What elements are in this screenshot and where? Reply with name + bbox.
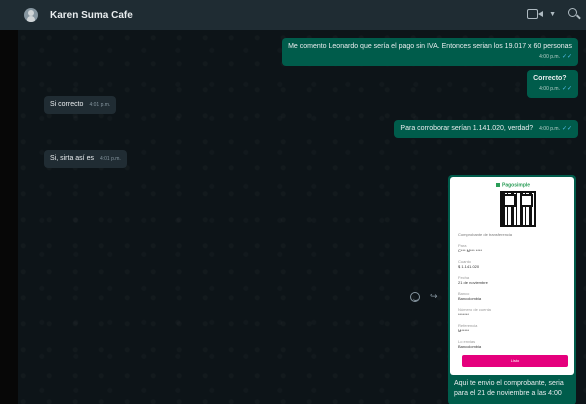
receipt-brand: Pagosimple xyxy=(496,183,530,188)
image-message[interactable]: Pagosimple Comprobante de transferencia … xyxy=(448,175,576,404)
emoji-icon[interactable] xyxy=(410,291,420,302)
row-value: M***** xyxy=(458,328,470,333)
video-call-icon[interactable] xyxy=(527,7,545,21)
brand-name: Pagosimple xyxy=(502,182,531,189)
receipt-note: Comprobante de transferencia xyxy=(458,232,513,237)
message-text: Correcto? xyxy=(533,75,567,82)
receipt-row: Referencia M***** xyxy=(458,323,568,333)
avatar-icon[interactable] xyxy=(24,8,38,22)
chevron-down-icon[interactable]: ▼ xyxy=(549,11,556,18)
message-time: 4:00 p.m. xyxy=(539,126,560,132)
read-check-icon: ✓✓ xyxy=(561,54,572,60)
message-text: Si correcto xyxy=(50,101,84,108)
receipt-row: Cuanto $ 1.141.020 xyxy=(458,259,568,269)
row-value: 21 de noviembre xyxy=(458,280,488,285)
receipt-image[interactable]: Pagosimple Comprobante de transferencia … xyxy=(450,177,574,375)
receipt-row: Banco Bancolombia xyxy=(458,291,568,301)
message-incoming[interactable]: Si, sirta así es 4:01 p.m. xyxy=(44,150,127,168)
row-value: $ 1.141.020 xyxy=(458,264,480,269)
receipt-row: Número de cuenta ******* xyxy=(458,307,568,317)
contact-name[interactable]: Karen Suma Cafe xyxy=(50,10,133,21)
message-text: Me comento Leonardo que sería el pago si… xyxy=(288,43,572,50)
row-value: Bancolombia xyxy=(458,296,482,301)
message-text: Para corroborar serían 1.141.020, verdad… xyxy=(400,125,534,132)
message-time: 4:01 p.m. xyxy=(99,156,121,162)
receipt-row: Para C*** M*** **** xyxy=(458,243,568,253)
message-time: 4:00 p.m. xyxy=(539,54,560,60)
brand-logo-icon xyxy=(496,183,500,187)
receipt-row: Fecha 21 de noviembre xyxy=(458,275,568,285)
row-value: Bancolombia xyxy=(458,344,482,349)
receipt-row: Lo envias Bancolombia xyxy=(458,339,568,349)
message-outgoing[interactable]: Me comento Leonardo que sería el pago si… xyxy=(282,38,578,66)
row-value: C*** M*** **** xyxy=(458,248,483,253)
message-time: 4:01 p.m. xyxy=(89,102,111,108)
chat-header: Karen Suma Cafe ▼ xyxy=(0,0,586,30)
message-incoming[interactable]: Si correcto 4:01 p.m. xyxy=(44,96,117,114)
image-caption: Aqui te envio el comprobante, seria para… xyxy=(454,380,564,397)
receipt-button: Listo xyxy=(462,355,568,367)
message-text: Si, sirta así es xyxy=(50,155,94,162)
row-value: ******* xyxy=(458,312,469,317)
message-outgoing[interactable]: Correcto? 4:00 p.m. ✓✓ xyxy=(527,70,578,98)
message-time: 4:00 p.m. xyxy=(539,86,560,92)
left-strip xyxy=(0,30,18,404)
search-icon[interactable] xyxy=(568,8,581,20)
message-outgoing[interactable]: Para corroborar serían 1.141.020, verdad… xyxy=(394,120,578,138)
read-check-icon: ✓✓ xyxy=(561,86,572,92)
forward-icon[interactable]: ↪ xyxy=(430,291,438,302)
message-actions: ↪ xyxy=(410,291,438,302)
qr-code xyxy=(500,191,536,227)
read-check-icon: ✓✓ xyxy=(561,126,572,132)
header-actions: ▼ xyxy=(527,7,581,21)
